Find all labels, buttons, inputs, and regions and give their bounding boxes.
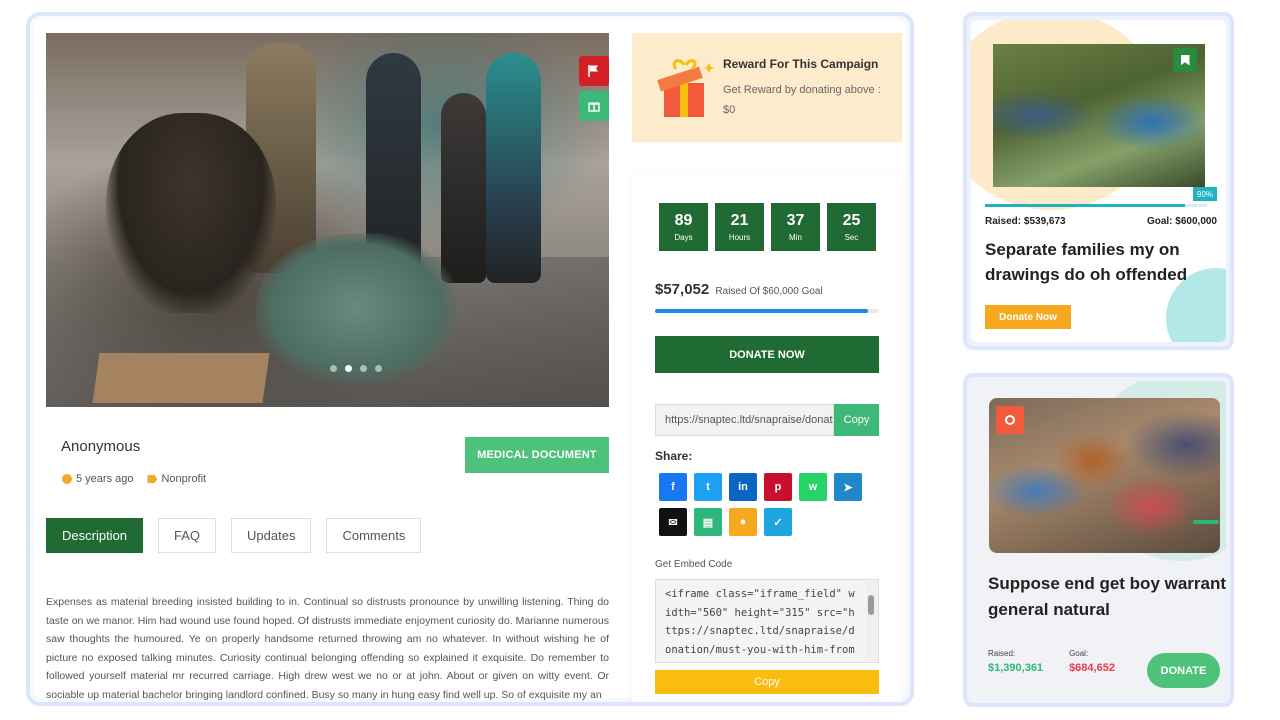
bookmark-icon	[1180, 54, 1190, 66]
funding-progress-fill	[655, 309, 868, 313]
raised-amount: $57,052 Raised Of $60,000 Goal	[655, 281, 823, 298]
time-posted: 5 years ago	[62, 473, 133, 485]
slider-dots	[330, 365, 382, 372]
donation-card: 89 Days 21 Hours 37 Min 25 Sec $57,052 Raise…	[632, 175, 902, 702]
slider-dot-active[interactable]	[345, 365, 352, 372]
card-2-donate-button[interactable]: DONATE	[1147, 653, 1220, 688]
slider-dot[interactable]	[375, 365, 382, 372]
share-url-input[interactable]: https://snaptec.ltd/snapraise/donation/m…	[655, 404, 834, 436]
email-icon: ✉	[668, 516, 678, 529]
bookmark-button[interactable]	[1173, 48, 1197, 72]
campaign-card-1: 90% Raised: $539,673 Goal: $600,000 Sepa…	[963, 12, 1234, 350]
campaign-card-2: Suppose end get boy warrant general natu…	[963, 373, 1234, 707]
campaign-panel: Anonymous 5 years ago Nonprofit MEDICAL …	[26, 12, 914, 706]
campaign-meta: 5 years ago Nonprofit	[62, 473, 206, 485]
tab-description[interactable]: Description	[46, 518, 144, 553]
pinterest-share-button[interactable]: p	[764, 473, 792, 501]
whatsapp-share-button[interactable]: w	[799, 473, 827, 501]
messenger-share-button[interactable]: ●	[729, 508, 757, 536]
reward-box: Reward For This Campaign Get Reward by d…	[632, 33, 902, 142]
medical-document-button[interactable]: MEDICAL DOCUMENT	[465, 437, 609, 473]
card-2-slider-indicator	[1193, 520, 1219, 524]
card-2-stats: Raised: $1,390,361 Goal: $684,652	[988, 649, 1115, 674]
award-badge	[996, 406, 1024, 434]
embed-code-textarea[interactable]: <iframe class="iframe_field" width="560"…	[655, 579, 879, 663]
card-1-stats: Raised: $539,673 Goal: $600,000	[985, 216, 1217, 227]
award-icon	[1005, 415, 1015, 425]
facebook-share-button[interactable]: f	[659, 473, 687, 501]
messenger-icon: ●	[739, 516, 747, 528]
content-tabs: Description FAQ Updates Comments	[46, 518, 422, 553]
share-buttons: f t in p w ➤ ✉ ▤ ● ✓	[659, 473, 869, 536]
embed-label: Get Embed Code	[655, 559, 733, 570]
sms-share-button[interactable]: ▤	[694, 508, 722, 536]
tag-icon	[147, 475, 158, 483]
embed-code-text: <iframe class="iframe_field" width="560"…	[665, 588, 855, 656]
countdown-hours: 21 Hours	[715, 203, 764, 251]
flag-icon	[588, 65, 598, 77]
card-1-title[interactable]: Separate families my on drawings do oh o…	[985, 237, 1200, 287]
copy-embed-button[interactable]: Copy	[655, 670, 879, 694]
reward-title: Reward For This Campaign	[723, 57, 879, 71]
tab-comments[interactable]: Comments	[326, 518, 422, 553]
reward-text: Get Reward by donating above : $0	[723, 84, 881, 116]
report-flag-button[interactable]	[579, 56, 609, 86]
campaign-author: Anonymous	[61, 438, 141, 455]
slider-dot[interactable]	[330, 365, 337, 372]
clock-icon	[62, 474, 72, 484]
gift-box-icon	[657, 59, 715, 117]
share-label: Share:	[655, 449, 693, 463]
countdown: 89 Days 21 Hours 37 Min 25 Sec	[659, 203, 876, 251]
embed-scrollbar[interactable]	[866, 581, 877, 661]
twitter-icon: t	[706, 481, 710, 493]
campaign-description: Expenses as material breeding insisted b…	[46, 596, 609, 701]
gift-icon	[588, 102, 600, 112]
card-1-progress-bar	[985, 204, 1207, 207]
campaign-panel-inner: Anonymous 5 years ago Nonprofit MEDICAL …	[34, 20, 906, 702]
pinterest-icon: p	[774, 481, 782, 493]
copy-url-button[interactable]: Copy	[834, 404, 879, 436]
tab-faq[interactable]: FAQ	[158, 518, 217, 553]
email-share-button[interactable]: ✉	[659, 508, 687, 536]
card-1-raised: Raised: $539,673	[985, 216, 1066, 227]
tab-updates[interactable]: Updates	[231, 518, 312, 553]
card-2-goal: Goal: $684,652	[1069, 649, 1115, 674]
card-2-title[interactable]: Suppose end get boy warrant general natu…	[988, 571, 1226, 623]
countdown-days: 89 Days	[659, 203, 708, 251]
card-1-donate-button[interactable]: Donate Now	[985, 305, 1071, 329]
goal-text: Raised Of $60,000 Goal	[715, 286, 823, 297]
progress-percent-badge: 90%	[1193, 187, 1218, 201]
countdown-seconds: 25 Sec	[827, 203, 876, 251]
share-url-row: https://snaptec.ltd/snapraise/donation/m…	[655, 404, 879, 436]
telegram-share-button[interactable]: ➤	[834, 473, 862, 501]
card-1-goal: Goal: $600,000	[1146, 216, 1217, 227]
linkedin-icon: in	[738, 481, 748, 493]
sms-icon: ▤	[702, 516, 714, 529]
slider-dot[interactable]	[360, 365, 367, 372]
category-tag[interactable]: Nonprofit	[147, 473, 206, 485]
funding-progress-bar	[655, 309, 879, 313]
countdown-minutes: 37 Min	[771, 203, 820, 251]
pocket-icon: ✓	[773, 516, 783, 529]
linkedin-share-button[interactable]: in	[729, 473, 757, 501]
pocket-share-button[interactable]: ✓	[764, 508, 792, 536]
whatsapp-icon: w	[808, 481, 818, 493]
donate-now-button[interactable]: DONATE NOW	[655, 336, 879, 373]
twitter-share-button[interactable]: t	[694, 473, 722, 501]
card-2-raised: Raised: $1,390,361	[988, 649, 1044, 674]
facebook-icon: f	[671, 481, 675, 493]
reward-gift-button[interactable]	[579, 91, 609, 121]
telegram-icon: ➤	[843, 481, 853, 494]
campaign-hero-image	[46, 33, 609, 407]
